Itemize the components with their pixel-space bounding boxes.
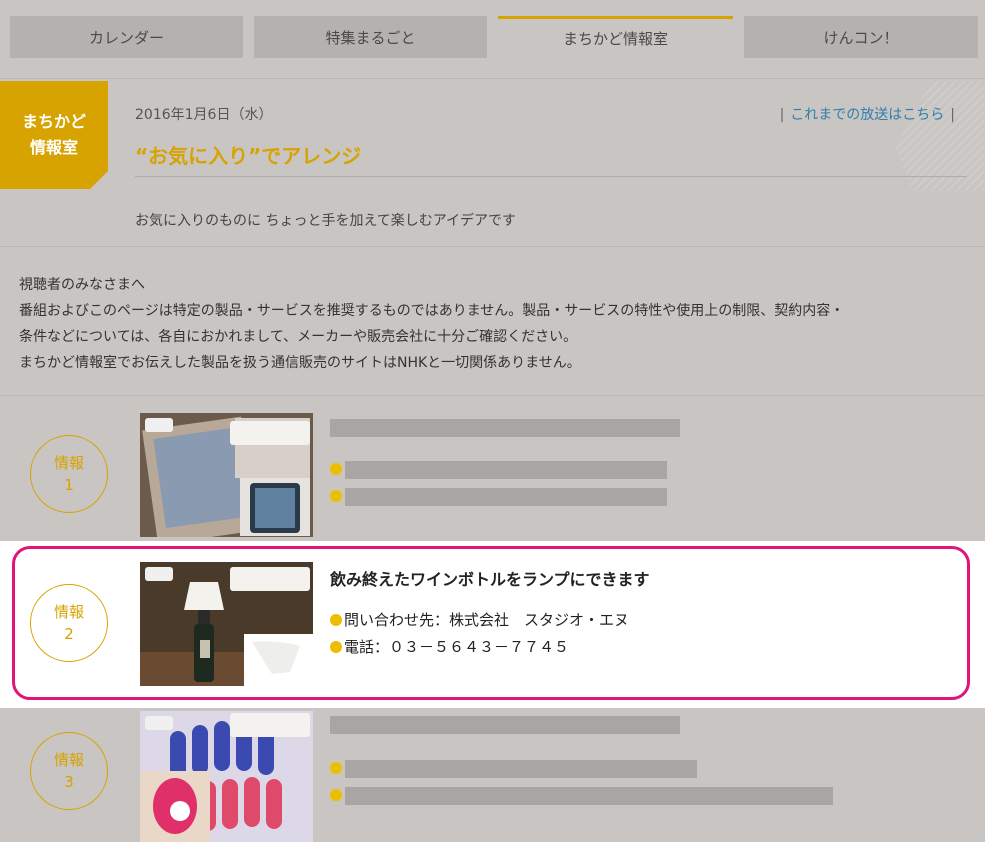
tab-kencon[interactable]: けんコン！ bbox=[744, 16, 978, 58]
bullet-dot bbox=[330, 789, 342, 801]
bullet-dot bbox=[330, 490, 342, 502]
placeholder-line-bar bbox=[345, 760, 697, 778]
tab-machikado[interactable]: まちかど情報室 bbox=[498, 16, 733, 58]
broadcast-date: 2016年1月6日（水） bbox=[135, 107, 273, 123]
placeholder-title-bar bbox=[330, 716, 680, 734]
decorative-stripes bbox=[895, 81, 985, 191]
item-thumbnail[interactable] bbox=[140, 711, 313, 842]
notice-line: 番組およびこのページは特定の製品・サービスを推奨するものではありません。製品・サ… bbox=[19, 303, 845, 319]
info-number-circle: 情報 1 bbox=[30, 435, 108, 513]
bullet-dot bbox=[330, 463, 342, 475]
info-number-circle: 情報 3 bbox=[30, 732, 108, 810]
section-divider bbox=[0, 395, 985, 396]
viewer-notice: 視聴者のみなさまへ 番組およびこのページは特定の製品・サービスを推奨するものでは… bbox=[19, 272, 969, 376]
badge-line2: 情報室 bbox=[29, 138, 78, 157]
archive-link[interactable]: これまでの放送はこちら bbox=[790, 107, 944, 123]
placeholder-line-bar bbox=[345, 787, 833, 805]
placeholder-line-bar bbox=[345, 461, 667, 479]
bullet-dot bbox=[330, 762, 342, 774]
badge-fold bbox=[90, 171, 108, 189]
highlight-outline bbox=[12, 546, 970, 700]
page-description: お気に入りのものに ちょっと手を加えて楽しむアイデアです bbox=[135, 213, 517, 229]
tab-feature[interactable]: 特集まるごと bbox=[254, 16, 487, 58]
notice-line: 視聴者のみなさまへ bbox=[19, 277, 145, 293]
placeholder-line-bar bbox=[345, 488, 667, 506]
item-thumbnail[interactable] bbox=[140, 413, 313, 537]
archive-link-wrapper: | これまでの放送はこちら | bbox=[779, 107, 955, 123]
title-rule bbox=[135, 176, 967, 177]
section-divider bbox=[0, 246, 985, 247]
placeholder-title-bar bbox=[330, 419, 680, 437]
notice-line: まちかど情報室でお伝えした製品を扱う通信販売のサイトはNHKと一切関係ありません… bbox=[19, 355, 581, 371]
page-title: “お気に入り”でアレンジ bbox=[135, 144, 362, 168]
tab-calendar[interactable]: カレンダー bbox=[10, 16, 243, 58]
badge-line1: まちかど bbox=[21, 112, 86, 131]
nav-tabs: カレンダー 特集まるごと まちかど情報室 けんコン！ bbox=[0, 0, 985, 62]
notice-line: 条件などについては、各自におかれまして、メーカーや販売会社に十分ご確認ください。 bbox=[19, 329, 578, 345]
tab-divider bbox=[0, 78, 985, 79]
